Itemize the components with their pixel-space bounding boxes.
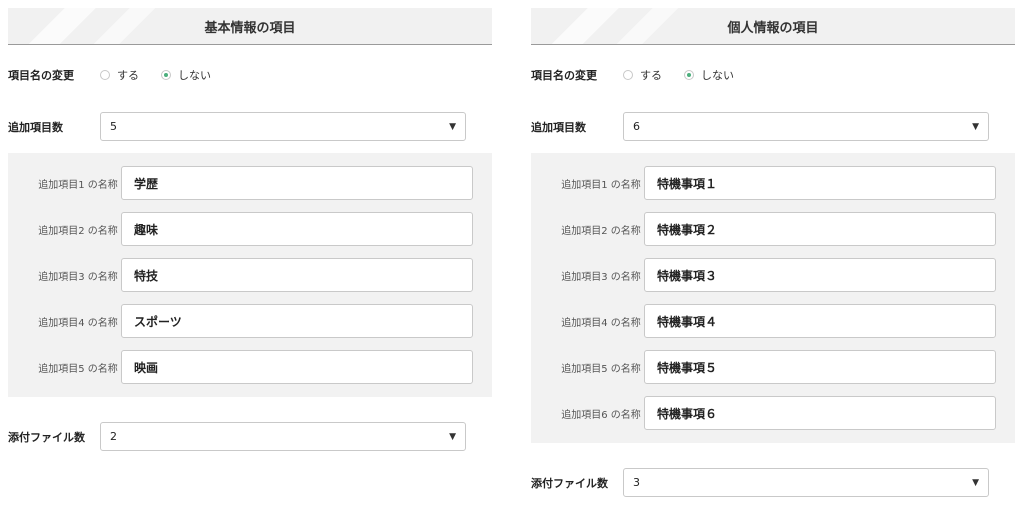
rename-label: 項目名の変更 [531,69,597,82]
radio-label: する [640,69,662,82]
rename-label: 項目名の変更 [8,69,74,82]
files-label: 添付ファイル数 [531,476,608,490]
radio-icon[interactable] [161,70,171,80]
item-label: 追加項目1 の名称 [38,179,118,191]
list-item: 追加項目3 の名称 特機事項３ [531,258,1015,292]
item-name-input[interactable]: スポーツ [121,304,473,338]
item-label: 追加項目1 の名称 [561,179,641,191]
item-label: 追加項目5 の名称 [561,363,641,375]
radio-icon[interactable] [684,70,694,80]
files-row: 添付ファイル数 3 ▼ [531,468,989,497]
select-value: 5 [110,120,117,133]
item-name-input[interactable]: 特機事項２ [644,212,996,246]
list-item: 追加項目4 の名称 スポーツ [8,304,492,338]
list-item: 追加項目1 の名称 学歴 [8,166,492,200]
rename-radio-yes[interactable]: する [623,67,662,83]
rename-radio-no[interactable]: しない [161,67,211,83]
item-name-input[interactable]: 特機事項５ [644,350,996,384]
files-select[interactable]: 3 ▼ [623,468,989,497]
count-row: 追加項目数 6 ▼ [531,112,989,141]
item-label: 追加項目5 の名称 [38,363,118,375]
rename-radio-no[interactable]: しない [684,67,734,83]
panel-header: 基本情報の項目 [8,8,492,45]
select-value: 3 [633,476,640,489]
count-row: 追加項目数 5 ▼ [8,112,466,141]
list-item: 追加項目3 の名称 特技 [8,258,492,292]
item-name-input[interactable]: 特機事項１ [644,166,996,200]
additional-items-box: 追加項目1 の名称 特機事項１ 追加項目2 の名称 特機事項２ 追加項目3 の名… [531,153,1015,443]
chevron-down-icon: ▼ [449,121,456,132]
item-label: 追加項目3 の名称 [561,271,641,283]
item-name-input[interactable]: 趣味 [121,212,473,246]
rename-row: 項目名の変更 する しない [8,67,233,83]
chevron-down-icon: ▼ [449,431,456,442]
list-item: 追加項目5 の名称 映画 [8,350,492,384]
item-name-input[interactable]: 特技 [121,258,473,292]
list-item: 追加項目4 の名称 特機事項４ [531,304,1015,338]
files-select[interactable]: 2 ▼ [100,422,466,451]
chevron-down-icon: ▼ [972,121,979,132]
basic-info-panel: 基本情報の項目 項目名の変更 する しない 追加項目数 5 ▼ 追加項目1 の名… [8,8,492,451]
item-label: 追加項目2 の名称 [38,225,118,237]
item-name-input[interactable]: 特機事項６ [644,396,996,430]
additional-items-box: 追加項目1 の名称 学歴 追加項目2 の名称 趣味 追加項目3 の名称 特技 追… [8,153,492,397]
count-select[interactable]: 5 ▼ [100,112,466,141]
radio-label: しない [178,69,211,82]
radio-label: する [117,69,139,82]
radio-icon[interactable] [100,70,110,80]
radio-icon[interactable] [623,70,633,80]
item-name-input[interactable]: 映画 [121,350,473,384]
chevron-down-icon: ▼ [972,477,979,488]
personal-info-panel: 個人情報の項目 項目名の変更 する しない 追加項目数 6 ▼ 追加項目1 の名… [531,8,1015,497]
radio-label: しない [701,69,734,82]
files-row: 添付ファイル数 2 ▼ [8,422,466,451]
rename-row: 項目名の変更 する しない [531,67,756,83]
list-item: 追加項目5 の名称 特機事項５ [531,350,1015,384]
count-label: 追加項目数 [531,120,586,134]
list-item: 追加項目6 の名称 特機事項６ [531,396,1015,430]
item-label: 追加項目3 の名称 [38,271,118,283]
select-value: 6 [633,120,640,133]
count-label: 追加項目数 [8,120,63,134]
item-label: 追加項目2 の名称 [561,225,641,237]
item-label: 追加項目4 の名称 [38,317,118,329]
list-item: 追加項目2 の名称 特機事項２ [531,212,1015,246]
count-select[interactable]: 6 ▼ [623,112,989,141]
list-item: 追加項目2 の名称 趣味 [8,212,492,246]
item-label: 追加項目6 の名称 [561,409,641,421]
select-value: 2 [110,430,117,443]
item-name-input[interactable]: 特機事項４ [644,304,996,338]
list-item: 追加項目1 の名称 特機事項１ [531,166,1015,200]
files-label: 添付ファイル数 [8,430,85,444]
item-label: 追加項目4 の名称 [561,317,641,329]
item-name-input[interactable]: 特機事項３ [644,258,996,292]
item-name-input[interactable]: 学歴 [121,166,473,200]
panel-title: 基本情報の項目 [204,21,296,36]
panel-title: 個人情報の項目 [727,21,819,36]
panel-header: 個人情報の項目 [531,8,1015,45]
rename-radio-yes[interactable]: する [100,67,139,83]
